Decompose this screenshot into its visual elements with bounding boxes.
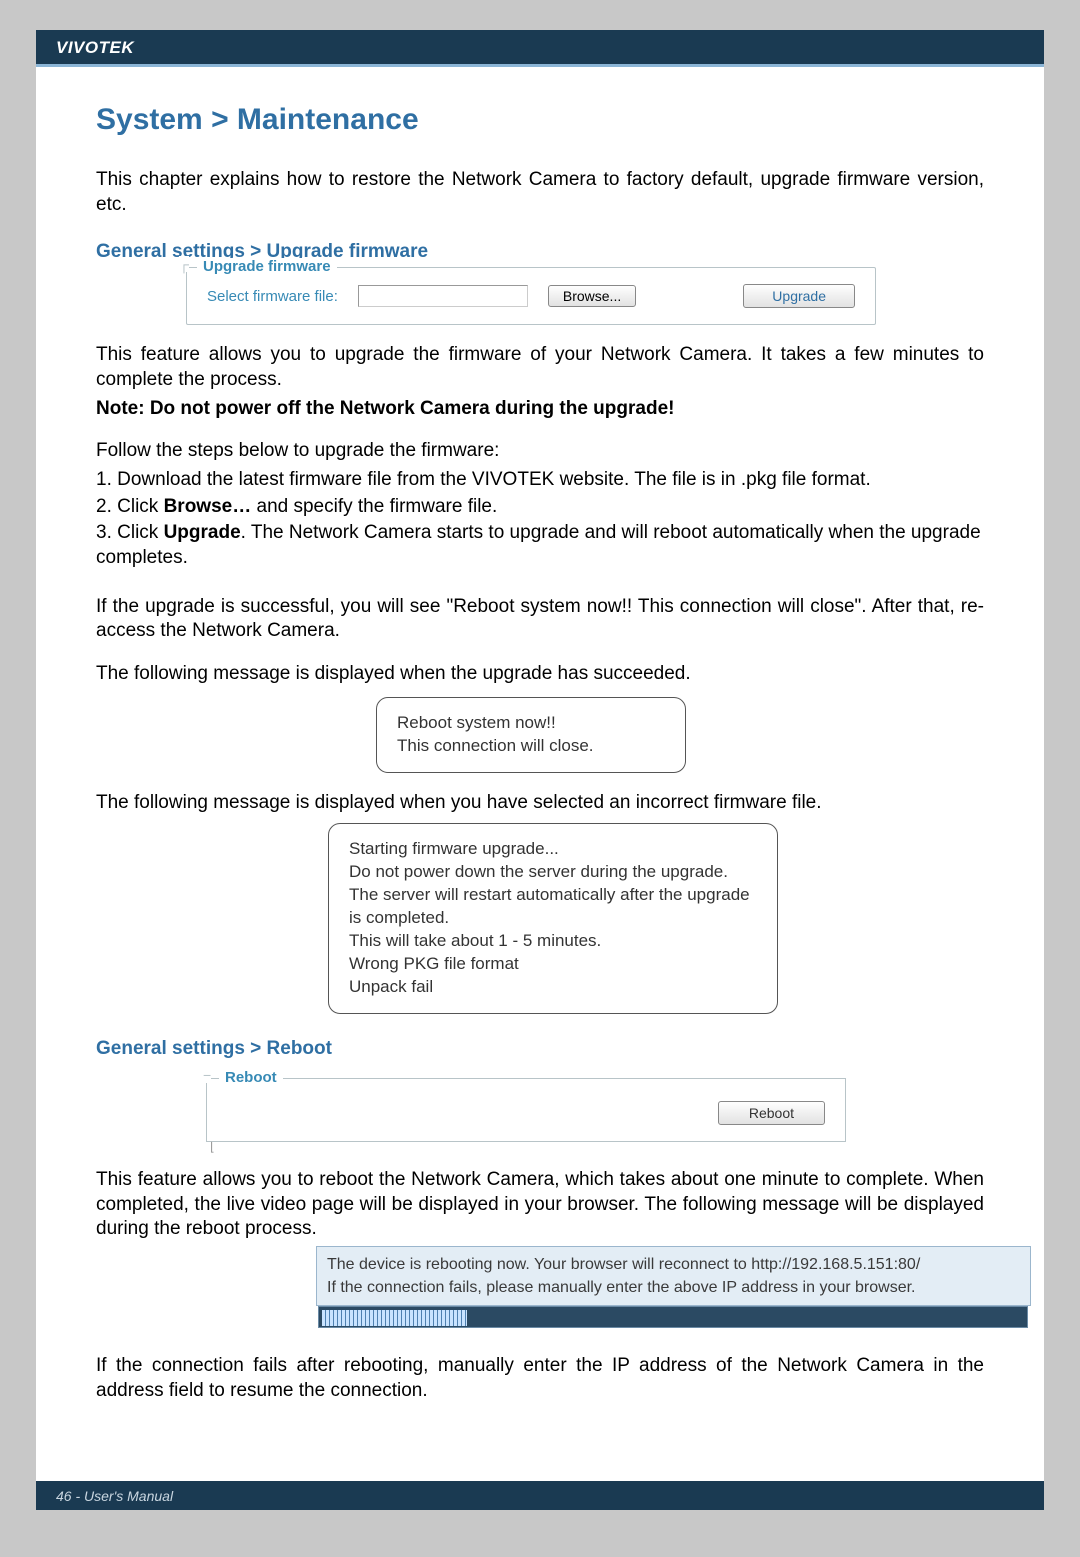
reboot-message-box: The device is rebooting now. Your browse… [316,1246,1031,1306]
fail-l1: Starting firmware upgrade... [349,838,757,861]
intro-paragraph: This chapter explains how to restore the… [96,167,984,217]
step2-bold: Browse… [164,496,252,517]
fail-intro: The following message is displayed when … [96,791,984,816]
corner-tick: ⌊ [210,1140,215,1154]
reboot-progress-fill [322,1310,467,1326]
fail-l4: This will take about 1 - 5 minutes. [349,930,757,953]
step-2: 2. Click Browse… and specify the firmwar… [96,495,984,520]
step-3: 3. Click Upgrade. The Network Camera sta… [96,521,984,570]
success-line1: Reboot system now!! [397,712,665,735]
browse-button[interactable]: Browse... [548,285,636,307]
success-line2: This connection will close. [397,735,665,758]
footer-page-number: 46 - User's Manual [56,1488,173,1504]
upgrade-button[interactable]: Upgrade [743,284,855,308]
step2-post: and specify the firmware file. [251,496,497,517]
fail-l3: The server will restart automatically af… [349,884,757,930]
fail-message-box: Starting firmware upgrade... Do not powe… [328,823,778,1014]
steps-list: 1. Download the latest firmware file fro… [96,468,984,571]
fail-l6: Unpack fail [349,976,757,999]
reboot-msg-line1: The device is rebooting now. Your browse… [327,1253,1020,1276]
reboot-legend: Reboot [219,1069,283,1086]
upgrade-panel: ┌ Upgrade firmware Select firmware file:… [186,267,984,325]
reboot-desc: This feature allows you to reboot the Ne… [96,1168,984,1242]
reboot-fieldset: − Reboot Reboot [206,1078,846,1142]
upgrade-fieldset: ┌ Upgrade firmware Select firmware file:… [186,267,876,325]
step2-pre: 2. Click [96,496,164,517]
step3-pre: 3. Click [96,522,164,543]
step3-bold: Upgrade [164,522,241,543]
reboot-row: Reboot [227,1101,825,1125]
upgrade-legend: Upgrade firmware [197,258,337,275]
steps-intro: Follow the steps below to upgrade the fi… [96,439,984,464]
firmware-file-input[interactable] [358,285,528,307]
upgrade-desc: This feature allows you to upgrade the f… [96,343,984,392]
reboot-msg-pre: The device is rebooting now. Your browse… [327,1256,751,1273]
reboot-heading: General settings > Reboot [96,1038,984,1060]
brand-text: VIVOTEK [56,38,134,57]
reboot-progress-bar [318,1306,1028,1328]
content-area: System > Maintenance This chapter explai… [36,67,1044,1428]
step-1: 1. Download the latest firmware file fro… [96,468,984,493]
fieldset-dash-icon: ┌ [179,256,189,272]
fieldset-dash-icon: − [203,1067,211,1083]
upgrade-note: Note: Do not power off the Network Camer… [96,397,984,422]
success-message-box: Reboot system now!! This connection will… [376,697,686,773]
success-intro: The following message is displayed when … [96,662,984,687]
page-title: System > Maintenance [96,103,984,137]
success-text: If the upgrade is successful, you will s… [96,595,984,644]
upgrade-row: Select firmware file: Browse... Upgrade [207,284,855,308]
fail-l2: Do not power down the server during the … [349,861,757,884]
header-bar: VIVOTEK [36,30,1044,64]
file-label: Select firmware file: [207,288,338,305]
page: VIVOTEK System > Maintenance This chapte… [36,30,1044,1510]
fail-l5: Wrong PKG file format [349,953,757,976]
reboot-button[interactable]: Reboot [718,1101,825,1125]
reboot-msg-url: http://192.168.5.151:80/ [751,1256,920,1273]
page-footer: 46 - User's Manual [36,1481,1044,1510]
reboot-msg-line2: If the connection fails, please manually… [327,1276,1020,1299]
reboot-after: If the connection fails after rebooting,… [96,1354,984,1403]
